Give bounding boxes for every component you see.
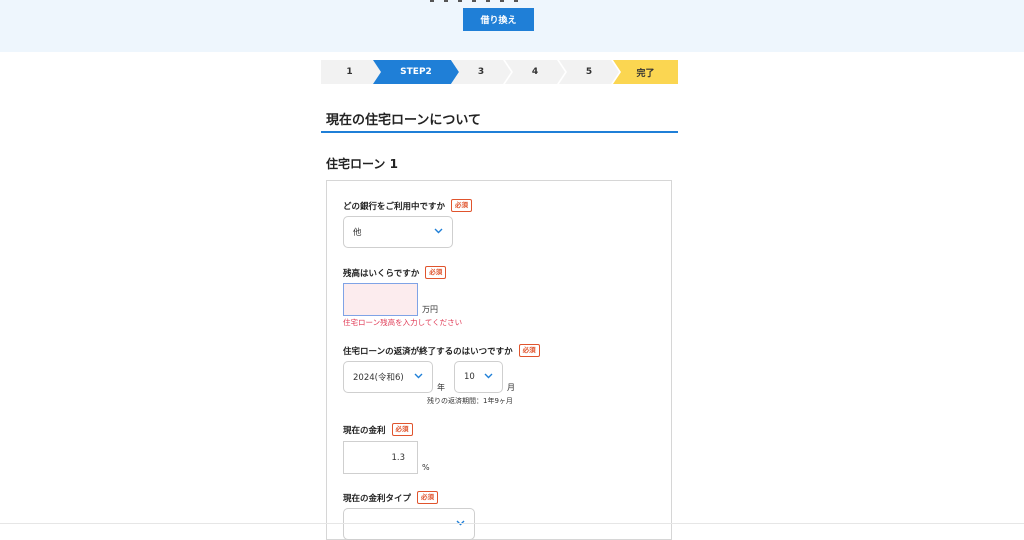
required-badge: 必須 xyxy=(417,491,439,504)
title-divider xyxy=(321,131,678,133)
rate-input[interactable]: 1.3 xyxy=(343,441,418,474)
step-3: 3 xyxy=(451,60,511,84)
step-2-label: STEP2 xyxy=(400,67,432,77)
chevron-down-icon xyxy=(484,373,493,379)
step-1-label: 1 xyxy=(346,67,353,77)
end-month-select[interactable]: 10 xyxy=(454,361,503,393)
step-4: 4 xyxy=(505,60,565,84)
end-date-question: 住宅ローンの返済が終了するのはいつですか 必須 xyxy=(343,344,540,357)
bottom-divider xyxy=(0,523,1024,524)
rate-type-select[interactable] xyxy=(343,508,475,540)
rate-question: 現在の金利 必須 xyxy=(343,423,413,436)
page-title: 現在の住宅ローンについて xyxy=(326,113,481,128)
header-band: 借り換え xyxy=(0,0,1024,52)
rate-question-label: 現在の金利 xyxy=(343,425,386,436)
loan-heading: 住宅ローン 1 xyxy=(326,157,398,171)
remaining-period: 残りの返済期間：1年9ヶ月 xyxy=(427,397,513,405)
rate-unit: % xyxy=(422,463,430,472)
balance-input[interactable] xyxy=(343,283,418,316)
end-month-value: 10 xyxy=(464,372,475,382)
step-complete-label: 完了 xyxy=(636,68,655,79)
step-3-label: 3 xyxy=(477,67,485,77)
end-year-select[interactable]: 2024(令和6) xyxy=(343,361,433,393)
required-badge: 必須 xyxy=(391,423,413,436)
step-2: STEP2 xyxy=(373,60,459,84)
loan-form-card: どの銀行をご利用中ですか 必須 他 残高はいくらですか 必須 万円 住宅ローン残… xyxy=(326,180,672,540)
end-date-question-label: 住宅ローンの返済が終了するのはいつですか xyxy=(343,346,513,357)
step-4-label: 4 xyxy=(531,67,539,77)
cutoff-text xyxy=(430,0,590,4)
bank-select[interactable]: 他 xyxy=(343,216,453,248)
balance-question: 残高はいくらですか 必須 xyxy=(343,266,447,279)
chevron-down-icon xyxy=(414,373,423,379)
switch-loan-button[interactable]: 借り換え xyxy=(463,8,534,31)
end-year-value: 2024(令和6) xyxy=(353,373,404,383)
required-badge: 必須 xyxy=(518,344,540,357)
chevron-down-icon xyxy=(434,228,443,234)
rate-type-question-label: 現在の金利タイプ xyxy=(343,493,412,504)
step-complete: 完了 xyxy=(613,60,678,84)
month-unit: 月 xyxy=(507,383,515,392)
step-progress: 1 STEP2 3 4 5 完了 xyxy=(321,60,678,84)
step-5: 5 xyxy=(559,60,619,84)
step-1: 1 xyxy=(321,60,381,84)
rate-type-question: 現在の金利タイプ 必須 xyxy=(343,491,439,504)
balance-question-label: 残高はいくらですか xyxy=(343,268,420,279)
required-badge: 必須 xyxy=(451,199,473,212)
bank-select-value: 他 xyxy=(353,228,362,238)
balance-error: 住宅ローン残高を入力してください xyxy=(343,318,463,327)
required-badge: 必須 xyxy=(425,266,447,279)
balance-unit: 万円 xyxy=(422,305,438,314)
step-5-label: 5 xyxy=(585,67,593,77)
bank-question: どの銀行をご利用中ですか 必須 xyxy=(343,199,473,212)
bank-question-label: どの銀行をご利用中ですか xyxy=(343,201,446,212)
year-unit: 年 xyxy=(437,383,445,392)
